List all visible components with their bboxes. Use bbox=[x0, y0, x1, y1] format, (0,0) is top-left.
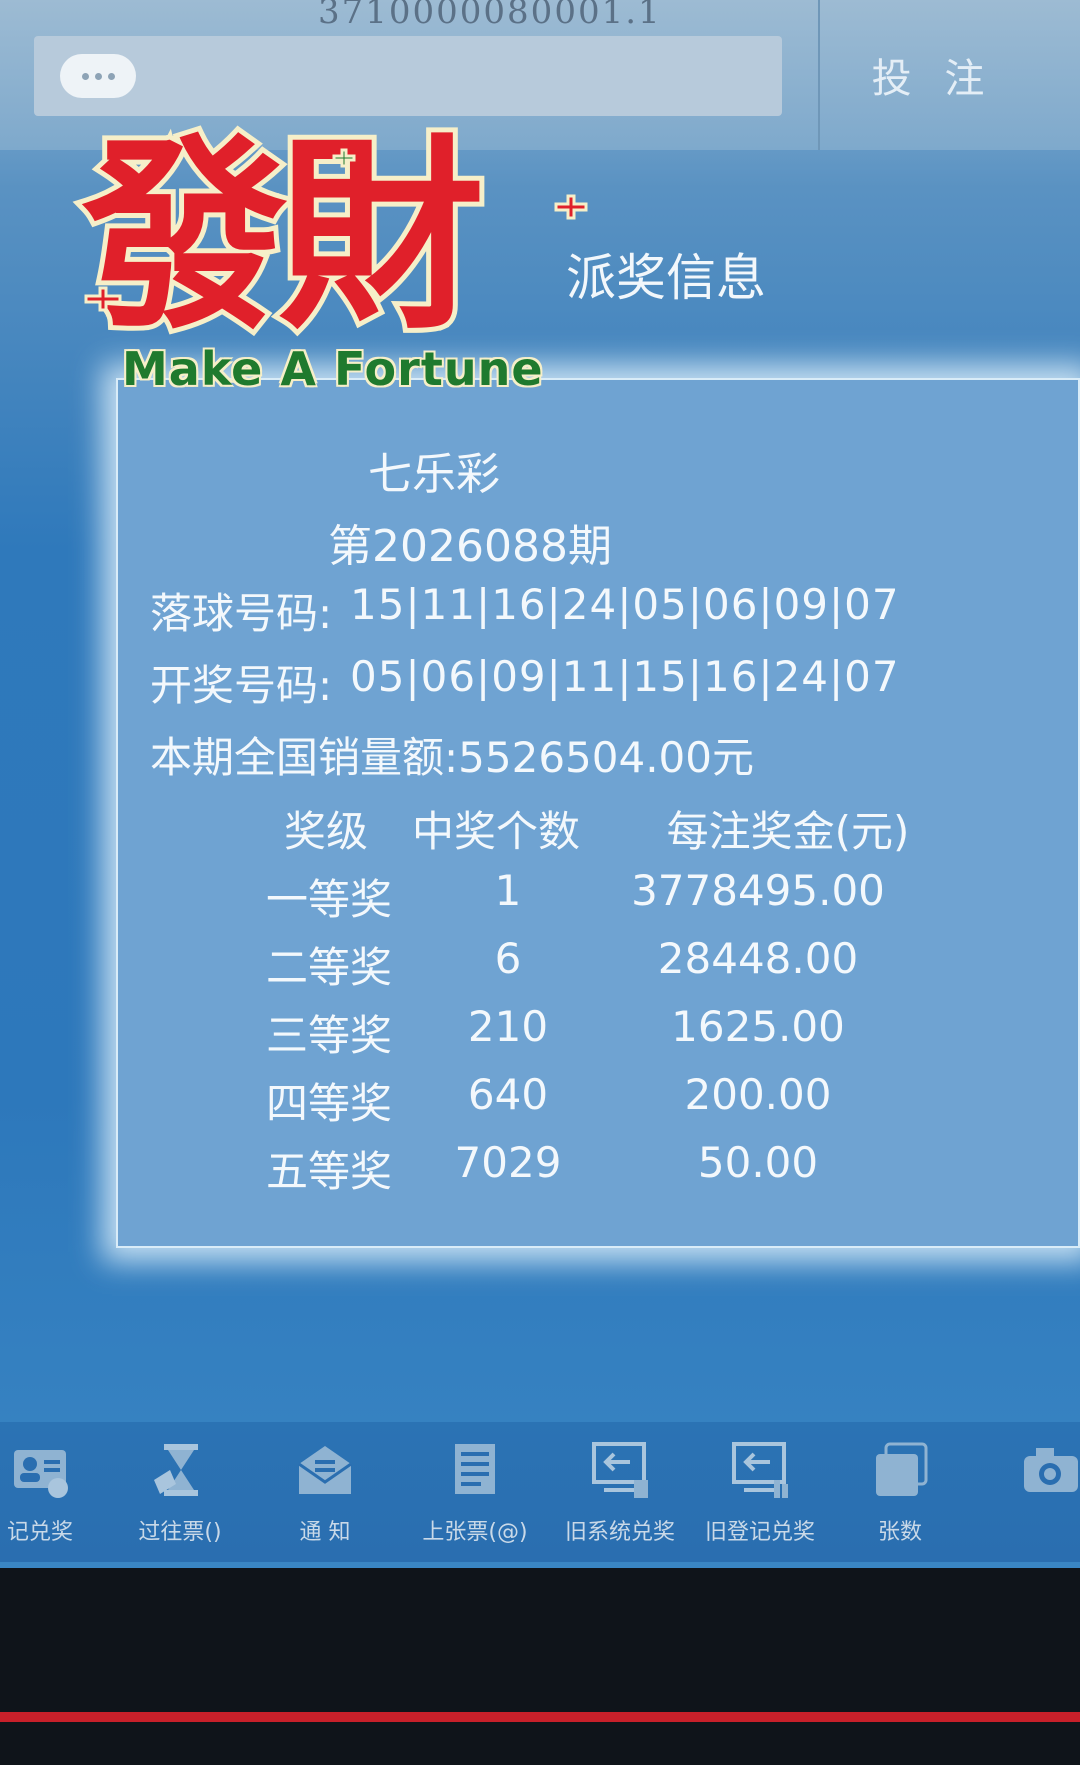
prize-level: 一等奖 bbox=[266, 875, 393, 924]
toolbar-item-past-tickets[interactable]: 过往票() bbox=[110, 1440, 250, 1560]
prize-table: 奖级 中奖个数 每注奖金(元) 一等奖 1 3778495.00 二等奖 6 2… bbox=[118, 798, 1078, 1206]
table-row: 三等奖 210 1625.00 bbox=[118, 1002, 1078, 1070]
camera-icon bbox=[1024, 1448, 1078, 1492]
header-amount: 每注奖金(元) bbox=[666, 807, 910, 856]
header-count: 中奖个数 bbox=[411, 807, 580, 856]
toolbar-label: 过往票() bbox=[138, 1520, 222, 1545]
exchange-screen-icon bbox=[592, 1442, 648, 1498]
issue-number: 第2026088期 bbox=[328, 521, 612, 572]
table-row: 四等奖 640 200.00 bbox=[118, 1070, 1078, 1138]
drop-numbers-label: 落球号码: bbox=[150, 589, 333, 638]
toolbar-label: 旧登记兑奖 bbox=[704, 1520, 815, 1545]
toolbar-item-old-register-redeem[interactable]: 旧登记兑奖 bbox=[690, 1440, 830, 1560]
device-bezel bbox=[0, 1568, 1080, 1765]
register-screen-icon bbox=[732, 1442, 788, 1498]
bottom-toolbar: 记兑奖 过往票() 通 知 上张票(@) 旧系统兑奖 旧登记兑奖 张数 bbox=[0, 1422, 1080, 1562]
prize-amount: 50.00 bbox=[697, 1138, 819, 1187]
toolbar-item-sheet-count[interactable]: 张数 bbox=[830, 1440, 970, 1560]
sticker-english-text: Make A Fortune bbox=[122, 342, 544, 396]
toolbar-item-camera[interactable] bbox=[980, 1440, 1080, 1560]
national-sales: 本期全国销量额:5526504.00元 bbox=[150, 733, 754, 782]
prize-table-header: 奖级 中奖个数 每注奖金(元) bbox=[118, 798, 1078, 866]
prize-info-panel: 七乐彩 第2026088期 落球号码: 15|11|16|24|05|06|09… bbox=[116, 378, 1080, 1248]
toolbar-item-register-redeem[interactable]: 记兑奖 bbox=[0, 1440, 110, 1560]
prize-amount: 200.00 bbox=[684, 1070, 832, 1119]
kiosk-screen: 3710000080001.1 投 注 派奖信息 七乐彩 第2026088期 落… bbox=[0, 0, 1080, 1568]
table-row: 二等奖 6 28448.00 bbox=[118, 934, 1078, 1002]
toolbar-item-old-system-redeem[interactable]: 旧系统兑奖 bbox=[550, 1440, 690, 1560]
bezel-red-stripe bbox=[0, 1712, 1080, 1722]
envelope-icon bbox=[298, 1446, 352, 1494]
prize-level: 二等奖 bbox=[266, 943, 393, 992]
prize-level: 三等奖 bbox=[266, 1011, 393, 1060]
toolbar-item-notice[interactable]: 通 知 bbox=[255, 1440, 395, 1560]
prize-amount: 1625.00 bbox=[671, 1002, 845, 1051]
prize-level: 五等奖 bbox=[266, 1147, 393, 1196]
table-row: 五等奖 7029 50.00 bbox=[118, 1138, 1078, 1206]
prize-level: 四等奖 bbox=[266, 1079, 393, 1128]
draw-numbers-label: 开奖号码: bbox=[150, 661, 333, 710]
header-level: 奖级 bbox=[284, 807, 369, 856]
receipt-icon bbox=[455, 1444, 495, 1494]
winner-count: 1 bbox=[494, 866, 522, 915]
id-card-icon bbox=[14, 1450, 68, 1498]
toolbar-item-previous-ticket[interactable]: 上张票(@) bbox=[405, 1440, 545, 1560]
draw-numbers: 05|06|09|11|15|16|24|07 bbox=[350, 652, 900, 701]
winner-count: 6 bbox=[494, 934, 522, 983]
bet-button[interactable]: 投 注 bbox=[818, 20, 1048, 130]
winner-count: 640 bbox=[467, 1070, 549, 1119]
toolbar-label: 通 知 bbox=[299, 1520, 351, 1545]
prize-amount: 3778495.00 bbox=[631, 866, 885, 915]
toolbar-label: 记兑奖 bbox=[6, 1520, 73, 1545]
hourglass-icon bbox=[154, 1444, 198, 1496]
prize-amount: 28448.00 bbox=[657, 934, 859, 983]
winner-count: 210 bbox=[467, 1002, 549, 1051]
game-name: 七乐彩 bbox=[368, 449, 500, 500]
winner-count: 7029 bbox=[454, 1138, 562, 1187]
toolbar-label: 上张票(@) bbox=[422, 1520, 528, 1545]
drop-numbers: 15|11|16|24|05|06|09|07 bbox=[350, 580, 900, 629]
stack-icon bbox=[876, 1442, 928, 1496]
table-row: 一等奖 1 3778495.00 bbox=[118, 866, 1078, 934]
toolbar-label: 旧系统兑奖 bbox=[564, 1520, 675, 1545]
terminal-serial: 3710000080001.1 bbox=[318, 0, 662, 32]
chat-bubble-icon[interactable] bbox=[60, 54, 136, 98]
sticker-chinese-text: 發財 bbox=[81, 117, 480, 357]
toolbar-label: 张数 bbox=[877, 1520, 922, 1545]
